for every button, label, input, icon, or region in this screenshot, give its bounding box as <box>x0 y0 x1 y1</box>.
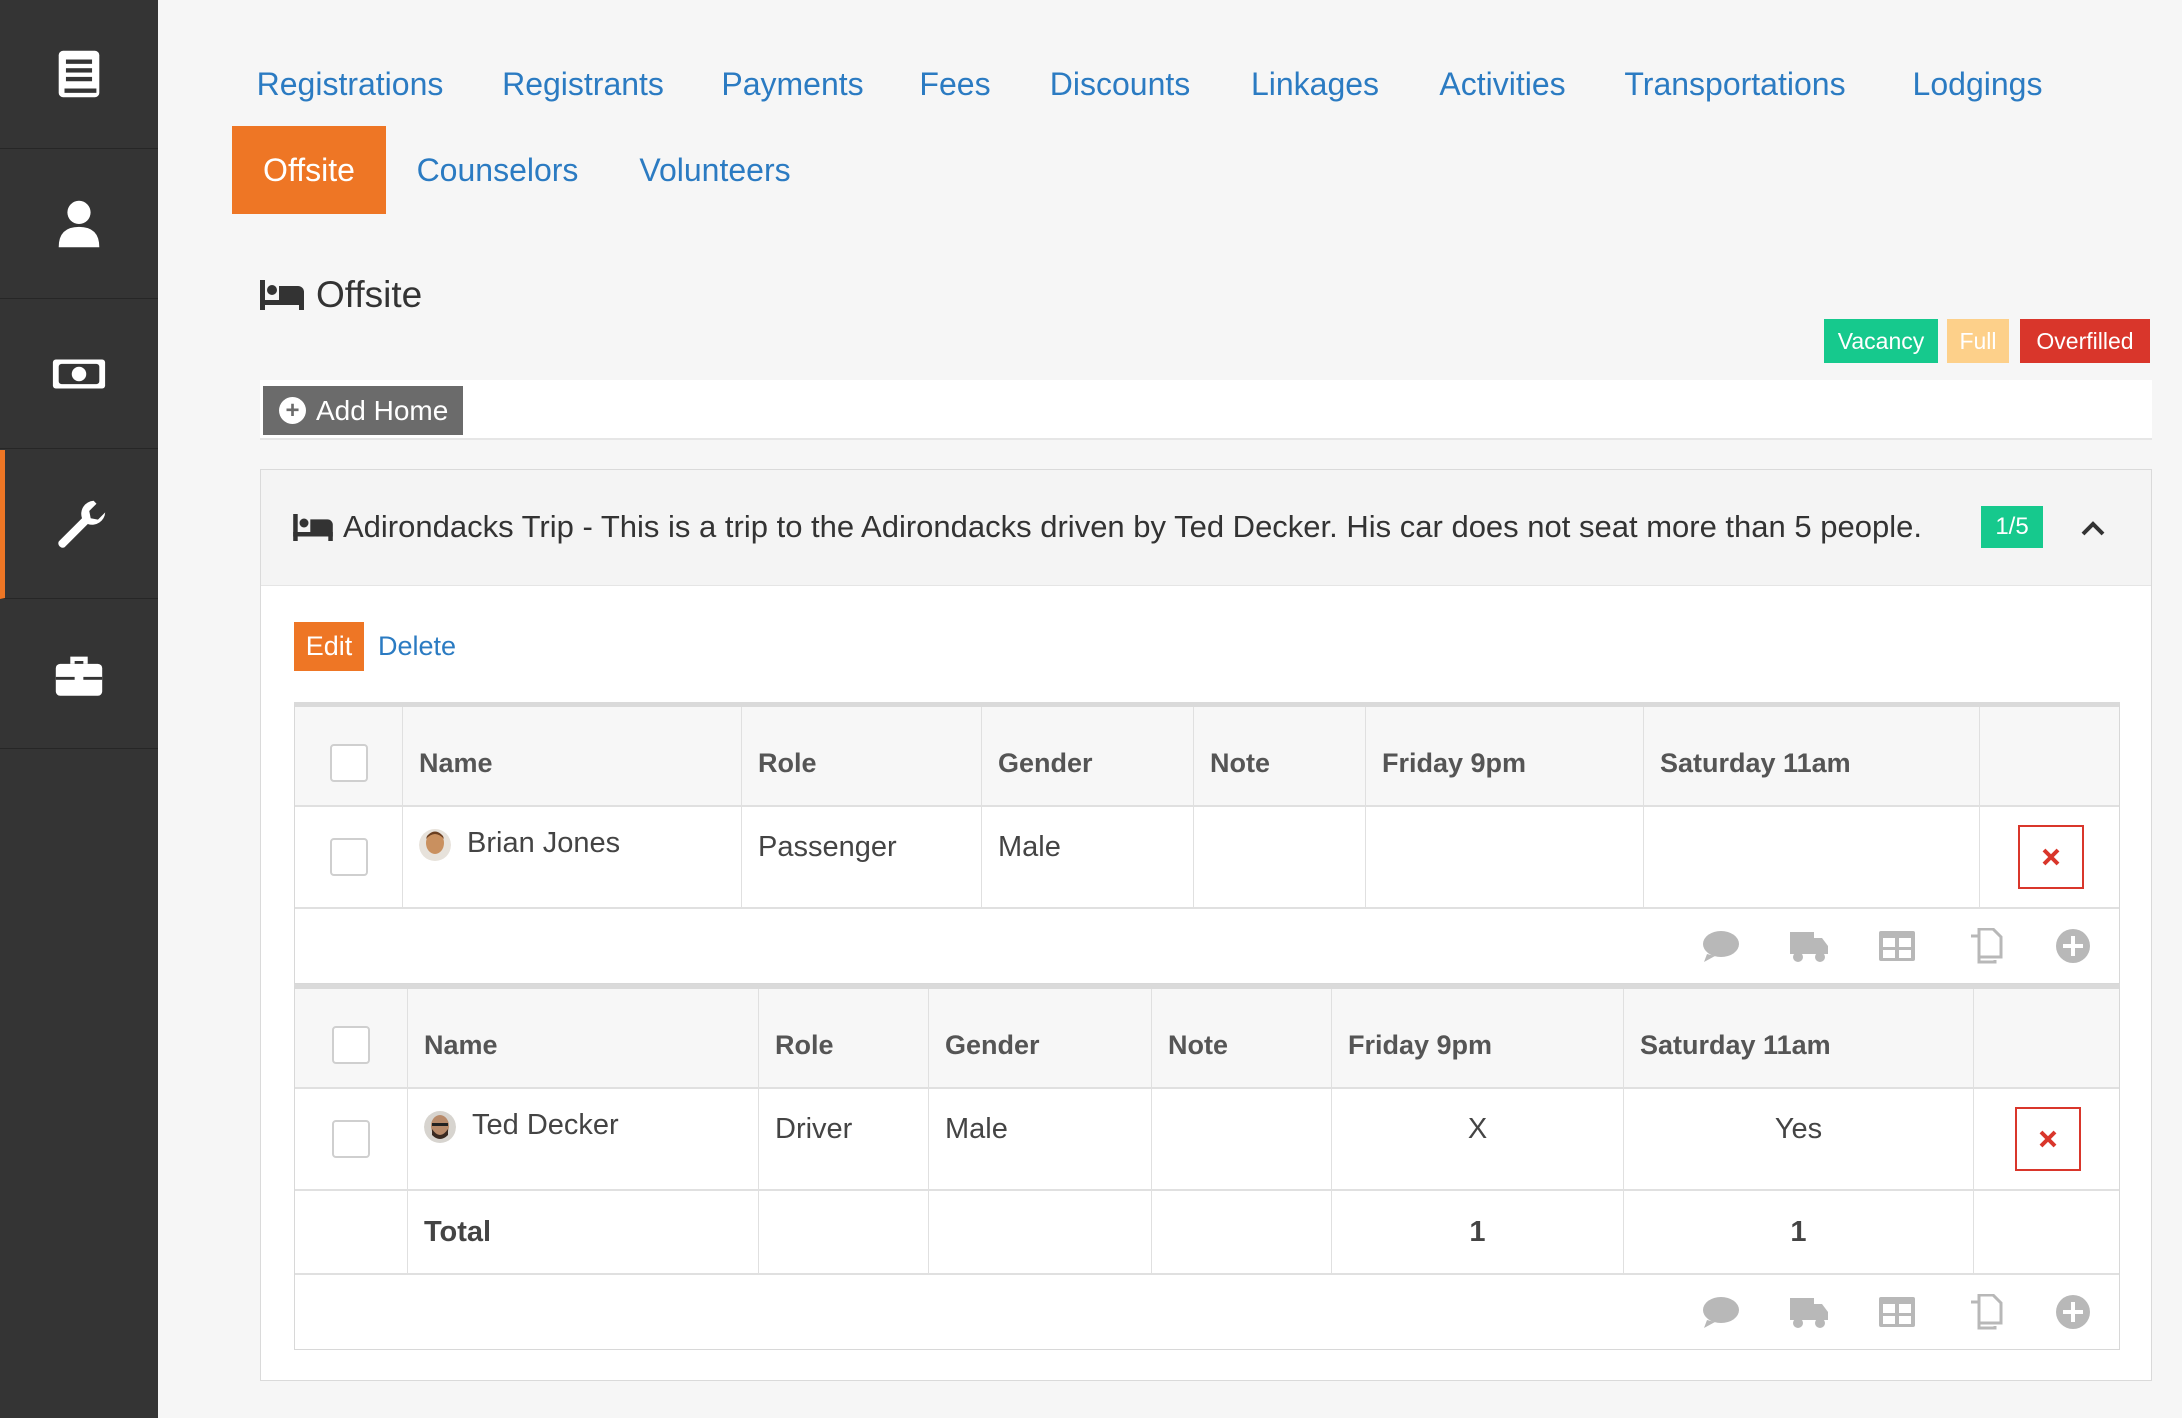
copy-icon[interactable] <box>1963 1293 2007 1331</box>
toolbar: + Add Home <box>260 380 2152 440</box>
column-header[interactable]: Role <box>742 707 982 805</box>
wrench-icon <box>57 500 105 548</box>
table-icon[interactable] <box>1875 1293 1919 1331</box>
add-home-label: Add Home <box>316 394 449 426</box>
total-row: Total 1 1 <box>295 1191 2119 1275</box>
legend-vacancy: Vacancy <box>1824 319 1938 363</box>
panel-header[interactable]: Adirondacks Trip - This is a trip to the… <box>261 470 2151 586</box>
tab-counselors[interactable]: Counselors <box>405 126 590 214</box>
bed-icon <box>293 513 333 541</box>
table-row: Brian Jones Passenger Male <box>295 807 2119 909</box>
passengers-grid: Name Role Gender Note Friday 9pm Saturda… <box>294 702 2120 984</box>
legend-full: Full <box>1947 319 2009 363</box>
column-header[interactable]: Note <box>1152 989 1332 1087</box>
column-header[interactable]: Name <box>408 989 759 1087</box>
grid-actions <box>295 1275 2119 1351</box>
offsite-panel: Adirondacks Trip - This is a trip to the… <box>260 469 2152 1381</box>
user-icon <box>58 200 100 248</box>
friday-cell <box>1366 807 1644 907</box>
tab-transportations[interactable]: Transportations <box>1615 40 1855 128</box>
column-header[interactable]: Name <box>403 707 742 805</box>
column-header[interactable]: Role <box>759 989 929 1087</box>
add-circle-icon[interactable] <box>2051 1293 2095 1331</box>
column-header[interactable]: Gender <box>982 707 1194 805</box>
table-header: Name Role Gender Note Friday 9pm Saturda… <box>295 989 2119 1089</box>
gender-cell: Male <box>929 1089 1152 1189</box>
collapse-button[interactable] <box>2073 510 2113 546</box>
legend-overfilled: Overfilled <box>2020 319 2150 363</box>
tab-registrants[interactable]: Registrants <box>490 40 676 128</box>
column-header[interactable]: Gender <box>929 989 1152 1087</box>
page-title-text: Offsite <box>316 274 423 315</box>
briefcase-icon <box>55 656 103 696</box>
tab-payments[interactable]: Payments <box>710 40 875 128</box>
comment-icon[interactable] <box>1699 927 1743 965</box>
total-friday: 1 <box>1332 1191 1624 1273</box>
role-cell: Driver <box>759 1089 929 1189</box>
truck-icon[interactable] <box>1787 927 1831 965</box>
sidebar-item-admin[interactable] <box>0 450 158 599</box>
add-circle-icon: + <box>279 397 306 424</box>
tab-offsite[interactable]: Offsite <box>232 126 386 214</box>
tab-discounts[interactable]: Discounts <box>1040 40 1200 128</box>
row-checkbox[interactable] <box>329 838 368 876</box>
select-all-checkbox[interactable] <box>329 744 368 782</box>
close-icon <box>2039 1130 2056 1148</box>
close-icon <box>2042 848 2059 866</box>
row-checkbox[interactable] <box>332 1120 370 1158</box>
avatar <box>419 829 451 861</box>
sidebar-item-book[interactable] <box>0 0 158 149</box>
table-header: Name Role Gender Note Friday 9pm Saturda… <box>295 707 2119 807</box>
column-header[interactable]: Friday 9pm <box>1332 989 1624 1087</box>
bed-icon <box>260 280 304 310</box>
avatar <box>424 1111 456 1143</box>
column-header[interactable]: Saturday 11am <box>1644 707 1980 805</box>
drivers-grid: Name Role Gender Note Friday 9pm Saturda… <box>294 984 2120 1350</box>
chevron-up-icon <box>2081 521 2105 536</box>
tab-registrations[interactable]: Registrations <box>240 40 460 128</box>
panel-title-text: Adirondacks Trip - This is a trip to the… <box>343 509 1922 544</box>
sidebar-item-tools[interactable] <box>0 600 158 749</box>
saturday-cell <box>1644 807 1980 907</box>
panel-title: Adirondacks Trip - This is a trip to the… <box>293 502 1922 552</box>
role-cell: Passenger <box>742 807 982 907</box>
remove-row-button[interactable] <box>2017 825 2084 889</box>
sidebar-item-people[interactable] <box>0 150 158 299</box>
tab-activities[interactable]: Activities <box>1425 40 1580 128</box>
person-name[interactable]: Ted Decker <box>472 1109 619 1142</box>
add-home-button[interactable]: + Add Home <box>263 386 463 435</box>
tab-lodgings[interactable]: Lodgings <box>1895 40 2060 128</box>
tab-linkages[interactable]: Linkages <box>1240 40 1390 128</box>
table-row: Ted Decker Driver Male X Yes <box>295 1089 2119 1191</box>
sidebar-item-finance[interactable] <box>0 300 158 449</box>
select-all-checkbox[interactable] <box>332 1026 370 1064</box>
copy-icon[interactable] <box>1963 927 2007 965</box>
saturday-cell: Yes <box>1624 1089 1974 1189</box>
note-cell <box>1152 1089 1332 1189</box>
note-cell <box>1194 807 1366 907</box>
column-header[interactable]: Friday 9pm <box>1366 707 1644 805</box>
column-header[interactable]: Note <box>1194 707 1366 805</box>
person-name[interactable]: Brian Jones <box>467 827 620 860</box>
book-icon <box>58 50 100 98</box>
edit-button[interactable]: Edit <box>294 622 364 671</box>
friday-cell: X <box>1332 1089 1624 1189</box>
tab-volunteers[interactable]: Volunteers <box>625 126 805 214</box>
page-title: Offsite <box>260 270 422 320</box>
tab-fees[interactable]: Fees <box>905 40 1005 128</box>
truck-icon[interactable] <box>1787 1293 1831 1331</box>
capacity-badge: 1/5 <box>1981 506 2043 548</box>
table-icon[interactable] <box>1875 927 1919 965</box>
gender-cell: Male <box>982 807 1194 907</box>
total-saturday: 1 <box>1624 1191 1974 1273</box>
column-header[interactable]: Saturday 11am <box>1624 989 1974 1087</box>
delete-link[interactable]: Delete <box>378 622 456 671</box>
sidebar <box>0 0 158 1418</box>
grid-actions <box>295 909 2119 985</box>
add-circle-icon[interactable] <box>2051 927 2095 965</box>
total-label: Total <box>408 1191 759 1273</box>
comment-icon[interactable] <box>1699 1293 1743 1331</box>
remove-row-button[interactable] <box>2014 1107 2081 1171</box>
money-icon <box>52 359 106 389</box>
